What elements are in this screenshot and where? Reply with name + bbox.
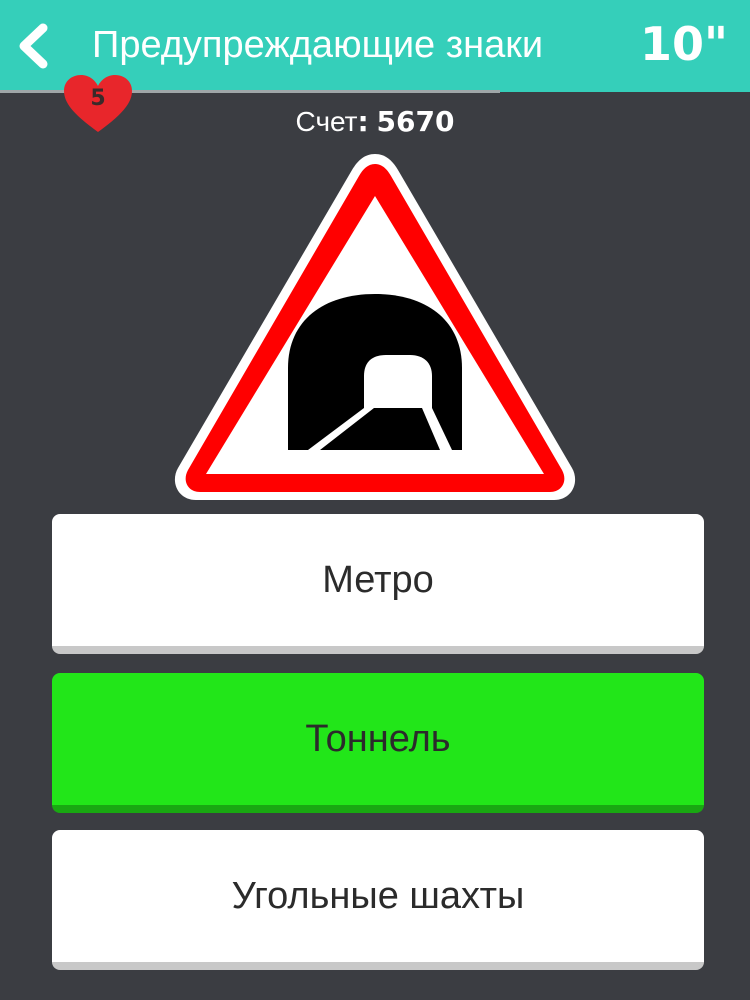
timer: 10" — [640, 17, 728, 71]
page-title: Предупреждающие знаки — [92, 24, 544, 66]
answer-option-1[interactable]: Метро — [52, 514, 704, 654]
back-button[interactable] — [8, 18, 58, 74]
score-display: Счет: 5670 — [0, 104, 750, 140]
answer-option-3[interactable]: Угольные шахты — [52, 830, 704, 970]
tunnel-warning-sign — [174, 154, 576, 500]
answer-option-2[interactable]: Тоннель — [52, 673, 704, 813]
answer-label: Тоннель — [305, 717, 451, 760]
score-value: 5670 — [376, 105, 455, 138]
chevron-left-icon — [19, 23, 48, 69]
answer-label: Метро — [322, 558, 434, 601]
score-separator: : — [357, 105, 369, 138]
score-label: Счет — [295, 106, 358, 137]
answer-label: Угольные шахты — [231, 874, 525, 917]
